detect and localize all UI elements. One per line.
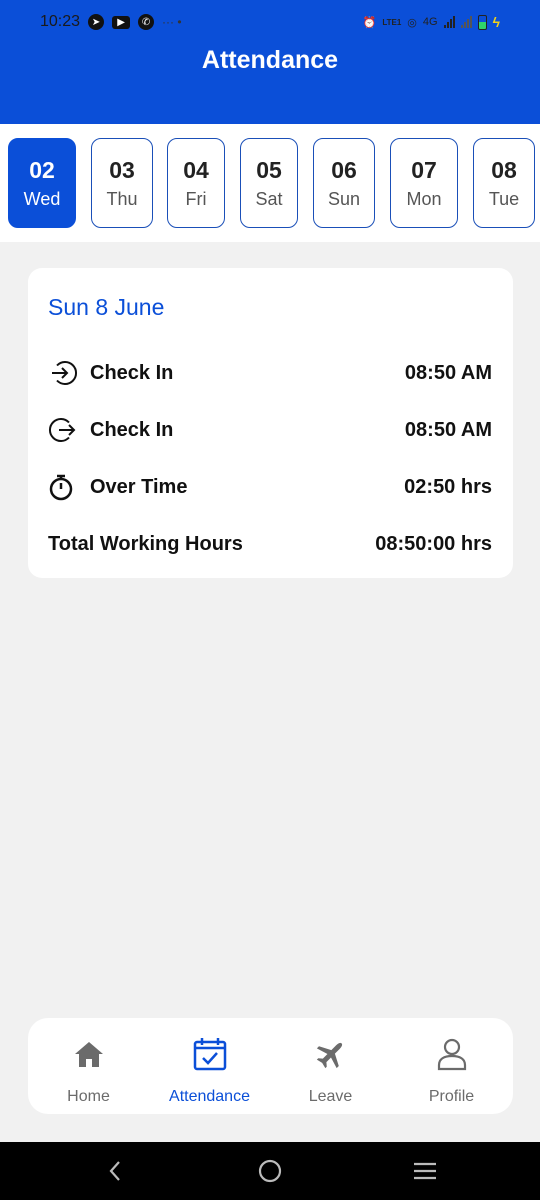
total-hours-row: Total Working Hours 08:50:00 hrs — [48, 529, 492, 559]
overtime-row: Over Time 02:50 hrs — [48, 472, 492, 502]
nav-item-home[interactable]: Home — [28, 1018, 149, 1114]
date-chip-sun[interactable]: 06 Sun — [313, 138, 375, 228]
stopwatch-icon — [49, 474, 73, 501]
row-value: 02:50 hrs — [404, 475, 492, 498]
signal-icon — [443, 16, 455, 28]
date-weekday: Mon — [406, 188, 442, 209]
row-value: 08:50 AM — [404, 361, 492, 384]
card-date-title: Sun 8 June — [48, 294, 165, 320]
row-label: Total Working Hours — [48, 532, 243, 555]
check-out-row: Check In 08:50 AM — [48, 415, 492, 445]
date-number: 04 — [183, 156, 209, 183]
charging-icon: ϟ — [492, 14, 500, 30]
row-label: Check In — [90, 361, 174, 384]
date-number: 06 — [331, 156, 357, 183]
date-number: 07 — [411, 156, 437, 183]
recent-apps-icon[interactable] — [410, 1156, 440, 1186]
network-type: 4G — [422, 16, 438, 28]
app-header: 10:23 ➤ ▶ ✆ ··· • ⏰ LTE1 ◎ 4G ϟ Attendan… — [0, 0, 540, 124]
user-icon — [437, 1038, 466, 1071]
date-weekday: Fri — [185, 188, 207, 209]
nav-item-profile[interactable]: Profile — [391, 1018, 512, 1114]
signal-2-icon — [460, 16, 472, 28]
date-chip-tue[interactable]: 08 Tue — [473, 138, 535, 228]
alarm-icon: ⏰ — [362, 16, 377, 29]
messenger-icon: ➤ — [88, 14, 105, 30]
hotspot-icon: ◎ — [407, 16, 417, 29]
attendance-card: Sun 8 June Check In 08:50 AM Check In 08… — [28, 268, 513, 578]
nav-label: Attendance — [169, 1088, 250, 1105]
status-bar: 10:23 ➤ ▶ ✆ ··· • ⏰ LTE1 ◎ 4G ϟ — [0, 0, 540, 44]
date-selector: 02 Wed 03 Thu 04 Fri 05 Sat 06 Sun 07 Mon 08 Tue — [0, 124, 540, 242]
check-out-icon — [48, 418, 76, 442]
date-chip-sat[interactable]: 05 Sat — [240, 138, 298, 228]
row-value: 08:50:00 hrs — [375, 532, 492, 555]
date-weekday: Tue — [488, 188, 520, 209]
date-number: 03 — [109, 156, 135, 183]
volte-icon: LTE1 — [382, 17, 402, 27]
date-number: 08 — [491, 156, 517, 183]
battery-icon — [477, 14, 487, 30]
nav-item-attendance[interactable]: Attendance — [149, 1018, 270, 1114]
check-in-icon — [52, 361, 78, 385]
date-weekday: Sat — [255, 188, 283, 209]
date-chip-wed[interactable]: 02 Wed — [8, 138, 76, 228]
more-notifications-icon: ··· • — [162, 15, 182, 29]
nav-label: Profile — [428, 1088, 475, 1105]
date-weekday: Thu — [106, 188, 138, 209]
date-chip-thu[interactable]: 03 Thu — [91, 138, 153, 228]
date-weekday: Wed — [23, 188, 61, 209]
phone-icon: ✆ — [138, 14, 155, 30]
date-number: 02 — [29, 156, 55, 183]
row-label: Over Time — [90, 475, 188, 498]
date-chip-fri[interactable]: 04 Fri — [167, 138, 225, 228]
check-in-row: Check In 08:50 AM — [48, 358, 492, 388]
system-navigation-bar — [0, 1142, 540, 1200]
calendar-check-icon — [193, 1038, 226, 1071]
date-number: 05 — [256, 156, 282, 183]
row-value: 08:50 AM — [404, 418, 492, 441]
back-icon[interactable] — [100, 1156, 130, 1186]
status-time: 10:23 — [40, 13, 81, 30]
youtube-icon: ▶ — [112, 15, 131, 29]
nav-item-leave[interactable]: Leave — [270, 1018, 391, 1114]
date-chip-mon[interactable]: 07 Mon — [390, 138, 458, 228]
nav-label: Home — [67, 1088, 110, 1105]
home-button-icon[interactable] — [255, 1156, 285, 1186]
row-label: Check In — [90, 418, 174, 441]
nav-label: Leave — [308, 1088, 353, 1105]
bottom-navigation: Home Attendance Leave Profile — [28, 1018, 513, 1114]
page-title: Attendance — [201, 46, 339, 74]
airplane-icon — [316, 1042, 342, 1069]
home-icon — [74, 1042, 103, 1067]
date-weekday: Sun — [327, 188, 361, 209]
